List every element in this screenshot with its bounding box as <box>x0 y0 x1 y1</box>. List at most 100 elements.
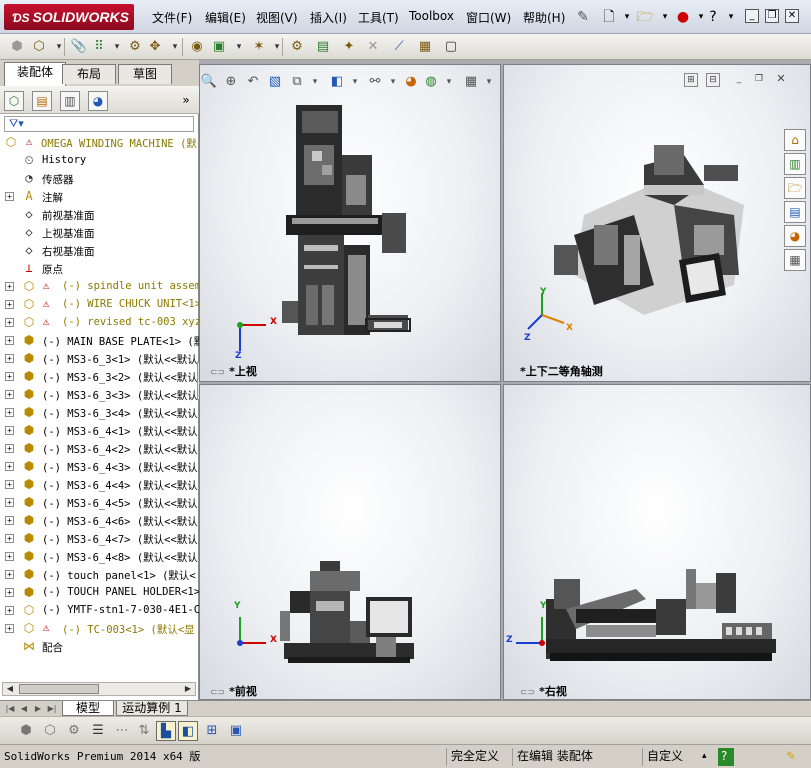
chevron-down-icon[interactable]: ▾ <box>656 8 674 26</box>
chevron-down-icon[interactable]: ▾ <box>722 8 740 26</box>
tree-item[interactable]: + ⬢ (-) MS3-6_4<1> (默认<<默认 <box>0 422 199 440</box>
expand-toggle-icon[interactable]: + <box>5 498 14 507</box>
tree-item[interactable]: ◇ 上视基准面 <box>0 224 199 242</box>
menu-view[interactable]: 视图(V) <box>256 9 298 26</box>
design-library-icon[interactable]: ▥ <box>784 153 806 175</box>
expand-toggle-icon[interactable]: + <box>5 336 14 345</box>
tree-item[interactable]: + ⬢ (-) MS3-6_4<2> (默认<<默认 <box>0 440 199 458</box>
tree-item[interactable]: + ⬡ ⚠ (-) revised tc-003 xyz <box>0 314 199 332</box>
tree-item[interactable]: + ⬡ ⚠ (-) WIRE CHUCK UNIT<1> <box>0 296 199 314</box>
menu-window[interactable]: 窗口(W) <box>466 9 511 26</box>
link-views-icon[interactable]: ⊞ <box>684 73 698 87</box>
last-tab-icon[interactable]: ▶| <box>46 702 58 715</box>
expand-toggle-icon[interactable]: + <box>5 444 14 453</box>
expand-toggle-icon[interactable]: + <box>5 354 14 363</box>
expand-toggle-icon[interactable]: + <box>5 408 14 417</box>
smart-fasteners-icon[interactable]: ⚙ <box>126 38 144 56</box>
chevron-down-icon[interactable]: ▾ <box>480 73 498 91</box>
solidworks-logo[interactable]: ƊS SOLIDWORKS <box>4 4 134 30</box>
expand-toggle-icon[interactable]: + <box>5 534 14 543</box>
tree-item[interactable]: + ⬢ (-) MS3-6_3<4> (默认<<默认 <box>0 404 199 422</box>
help-icon[interactable]: ? <box>704 8 722 26</box>
expand-chevron-icon[interactable]: » <box>176 91 196 111</box>
viewport-trimetric[interactable]: ⊞ ⊟ _ ❐ ✕ Y X Z *上下二等角轴测 ⌂ ▥ 🗁 ▤ ◕ ▦ <box>503 64 811 382</box>
chevron-down-icon[interactable]: ▾ <box>50 38 68 56</box>
insert-component-icon[interactable]: ⬢ <box>8 38 26 56</box>
view-palette-icon[interactable]: ▤ <box>784 201 806 223</box>
chevron-down-icon[interactable]: ▾ <box>618 8 636 26</box>
chevron-down-icon[interactable]: ▾ <box>108 38 126 56</box>
scroll-left-icon[interactable]: ◀ <box>3 683 17 695</box>
reference-geometry-icon[interactable]: ✶ <box>250 38 268 56</box>
new-document-icon[interactable]: 🗋 <box>600 8 618 26</box>
hole-alignment-icon[interactable]: ▦ <box>416 38 434 56</box>
tree-item[interactable]: + ⬢ (-) MS3-6_4<4> (默认<<默认 <box>0 476 199 494</box>
new-assembly-icon[interactable]: ⬡ <box>30 38 48 56</box>
tab-layout[interactable]: 布局 <box>62 64 116 84</box>
help-icon[interactable]: ? <box>718 748 734 766</box>
exploded-view-icon[interactable]: ▤ <box>314 38 332 56</box>
tree-item[interactable]: + ⬢ (-) MS3-6_4<5> (默认<<默认 <box>0 494 199 512</box>
zoom-to-fit-icon[interactable]: 🔍 <box>200 73 218 91</box>
tree-item[interactable]: + ⬢ (-) MS3-6_3<3> (默认<<默认 <box>0 386 199 404</box>
expand-toggle-icon[interactable]: + <box>5 300 14 309</box>
model-top-view[interactable] <box>282 105 442 345</box>
clearance-icon[interactable]: ⟋ <box>390 38 408 56</box>
dotted-list-icon[interactable]: ⋯ <box>112 721 132 741</box>
view-orientation-icon[interactable]: ⧉ <box>288 73 306 91</box>
link-icon[interactable]: ⊂⊃ <box>210 688 225 698</box>
tree-item[interactable]: ◇ 右视基准面 <box>0 242 199 260</box>
menu-file[interactable]: 文件(F) <box>152 9 192 26</box>
chevron-down-icon[interactable]: ▾ <box>268 38 286 56</box>
rebuild-icon[interactable]: ✎ <box>782 748 796 766</box>
view-settings-icon[interactable]: ▦ <box>462 73 480 91</box>
appearances-icon[interactable]: ◕ <box>784 225 806 247</box>
viewport-top[interactable]: 🔍 ⊕ ↶ ▧ ⧉ ▾ ◧ ▾ ⚯ ▾ ◕ ◍ ▾ ▦ ▾ X Z ⊂⊃ *上视 <box>199 64 501 382</box>
expand-toggle-icon[interactable]: + <box>5 588 14 597</box>
minimize-view-icon[interactable]: _ <box>732 73 746 87</box>
scroll-thumb[interactable] <box>19 684 99 694</box>
prev-tab-icon[interactable]: ◀ <box>18 702 30 715</box>
expand-toggle-icon[interactable]: + <box>5 426 14 435</box>
units-up-icon[interactable]: ▴ <box>698 748 707 766</box>
cube-view-icon[interactable]: ◧ <box>178 721 198 741</box>
tree-item[interactable]: + ⬢ (-) touch panel<1> (默认< <box>0 566 199 584</box>
custom-properties-icon[interactable]: ▦ <box>784 249 806 271</box>
model-right-view[interactable] <box>546 569 780 669</box>
split-view-icon[interactable]: ⊟ <box>706 73 720 87</box>
tab-sketch[interactable]: 草图 <box>118 64 172 84</box>
expand-toggle-icon[interactable]: + <box>5 480 14 489</box>
chevron-down-icon[interactable]: ▾ <box>384 73 402 91</box>
chevron-down-icon[interactable]: ▾ <box>346 73 364 91</box>
expand-toggle-icon[interactable]: + <box>5 462 14 471</box>
chevron-down-icon[interactable]: ▾ <box>440 73 458 91</box>
tree-item[interactable]: ◔ 传感器 <box>0 170 199 188</box>
hide-show-items-icon[interactable]: ⚯ <box>366 73 384 91</box>
open-folder-icon[interactable]: 🗁 <box>636 8 654 26</box>
bill-of-materials-icon[interactable]: ⚙ <box>288 38 306 56</box>
expand-toggle-icon[interactable]: + <box>5 570 14 579</box>
restore-button[interactable]: ❐ <box>765 9 779 23</box>
show-hidden-icon[interactable]: ◉ <box>188 38 206 56</box>
tree-item[interactable]: + ⬢ (-) MAIN BASE PLATE<1> (默 <box>0 332 199 350</box>
expand-toggle-icon[interactable]: + <box>5 372 14 381</box>
apply-scene-icon[interactable]: ◍ <box>422 73 440 91</box>
model-front-view[interactable] <box>280 561 420 671</box>
display-style-icon[interactable]: ◧ <box>328 73 346 91</box>
pin-icon[interactable]: ✎ <box>574 8 592 26</box>
viewport-front[interactable]: Y X ⊂⊃ *前视 <box>199 384 501 700</box>
menu-toolbox[interactable]: Toolbox <box>409 9 454 23</box>
move-component-icon[interactable]: ✥ <box>146 38 164 56</box>
tree-item[interactable]: ⏲ History <box>0 152 199 170</box>
scroll-right-icon[interactable]: ▶ <box>181 683 195 695</box>
tree-item[interactable]: ⊥ 原点 <box>0 260 199 278</box>
tree-item[interactable]: + ⬡ (-) YMTF-stn1-7-030-4E1-C1 <box>0 602 199 620</box>
tree-item[interactable]: ⋈ 配合 <box>0 638 199 654</box>
property-manager-icon[interactable]: ▤ <box>32 91 52 111</box>
status-units[interactable]: 自定义 <box>642 748 702 766</box>
previous-view-icon[interactable]: ↶ <box>244 73 262 91</box>
tab-assembly[interactable]: 装配体 <box>4 62 66 86</box>
expand-toggle-icon[interactable]: + <box>5 390 14 399</box>
tree-item[interactable]: + ⬢ (-) MS3-6_4<7> (默认<<默认 <box>0 530 199 548</box>
appearance-manager-icon[interactable]: ◕ <box>88 91 108 111</box>
